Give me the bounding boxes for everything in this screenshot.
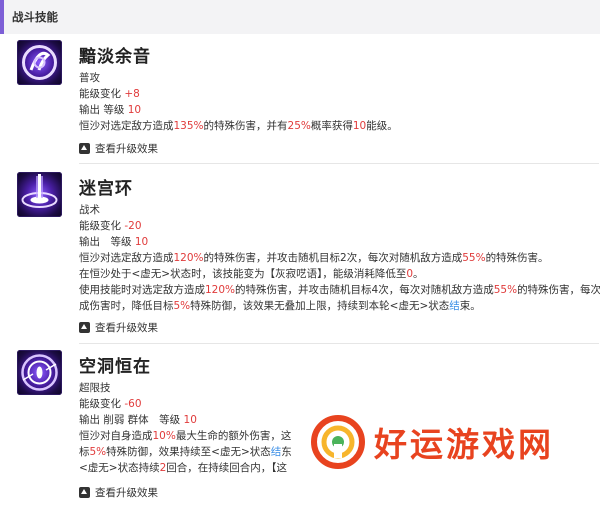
desc-value: 120% xyxy=(205,284,236,296)
watermark-logo-icon xyxy=(310,414,366,470)
desc-text: 的特殊伤害，并攻击随机目标4次，每次对随机敌方造成 xyxy=(235,284,494,296)
desc-value: 5% xyxy=(173,300,191,312)
skill-1-level: 输出 等级 10 xyxy=(79,102,141,117)
skill-2-level-value: 10 xyxy=(134,236,149,248)
skill-1-type: 普攻 xyxy=(79,72,100,84)
desc-text: 束。 xyxy=(459,300,481,312)
skill-card-1: 黯淡余音 普攻 能级变化 +8 输出 等级 10 恒沙对选定敌方造成135%的特… xyxy=(0,40,600,165)
skill-2-level-prefix: 输出 等级 xyxy=(79,236,132,248)
desc-text: 的特殊伤害，每次造 xyxy=(517,284,600,296)
desc-text: 恒沙对选定敌方造成 xyxy=(79,120,174,132)
desc-text: 的特殊伤害，并有 xyxy=(203,120,288,132)
desc-text: 最大生命的额外伤害，这 xyxy=(175,430,292,442)
desc-value: 10 xyxy=(352,120,367,132)
skill-3-icon xyxy=(17,350,62,395)
skill-3-level-prefix: 输出 削弱 群体 等级 xyxy=(79,414,181,426)
skill-1-upgrade-button[interactable]: 查看升级效果 xyxy=(79,141,158,156)
skill-2-level: 输出 等级 10 xyxy=(79,234,148,249)
skill-1-energy: 能级变化 +8 xyxy=(79,86,140,101)
desc-value: 结 xyxy=(449,300,460,312)
desc-text: <虚无>状态持续 xyxy=(79,462,160,474)
skill-2-energy: 能级变化 -20 xyxy=(79,218,142,233)
skill-3-type: 超限技 xyxy=(79,382,111,394)
divider xyxy=(79,163,599,164)
skill-3-desc-line-2: 标5%特殊防御，效果持续至<虚无>状态结东 xyxy=(79,444,292,459)
skill-3-name: 空洞恒在 xyxy=(79,357,151,377)
arrow-up-icon xyxy=(79,487,90,498)
section-header: 战斗技能 xyxy=(0,0,600,34)
skill-2-icon xyxy=(17,172,62,217)
skill-2-type: 战术 xyxy=(79,204,100,216)
desc-value: 结 xyxy=(270,446,282,458)
desc-text: 使用技能时对选定敌方造成 xyxy=(79,284,205,296)
skill-3-level: 输出 削弱 群体 等级 10 xyxy=(79,412,197,427)
skill-3-level-value: 10 xyxy=(183,414,197,426)
skill-3-desc-line-3: <虚无>状态持续2回合，在持续回合内，【这 xyxy=(79,460,287,475)
skill-2-name: 迷宫环 xyxy=(79,179,133,199)
watermark: 好运游戏网 xyxy=(306,403,600,481)
desc-text: 恒沙对选定敌方造成 xyxy=(79,252,174,264)
upgrade-label: 查看升级效果 xyxy=(95,322,158,334)
skill-1-energy-value: +8 xyxy=(124,88,140,100)
skill-card-2: 迷宫环 战术 能级变化 -20 输出 等级 10 恒沙对选定敌方造成120%的特… xyxy=(0,172,600,344)
skill-1-desc-line-1: 恒沙对选定敌方造成135%的特殊伤害，并有25%概率获得10能级。 xyxy=(79,118,398,133)
desc-text: 恒沙对自身造成 xyxy=(79,430,153,442)
desc-text: 标 xyxy=(79,446,90,458)
upgrade-label: 查看升级效果 xyxy=(95,143,158,155)
skill-1-icon xyxy=(17,40,62,85)
desc-value: 55% xyxy=(462,252,486,264)
skill-1-level-value: 10 xyxy=(127,104,142,116)
skill-2-upgrade-button[interactable]: 查看升级效果 xyxy=(79,320,158,335)
skill-1-name: 黯淡余音 xyxy=(79,47,151,67)
skill-2-desc-line-3: 使用技能时对选定敌方造成120%的特殊伤害，并攻击随机目标4次，每次对随机敌方造… xyxy=(79,282,600,297)
desc-text: 东 xyxy=(281,446,292,458)
arrow-up-icon xyxy=(79,143,90,154)
desc-text: 成伤害时，降低目标 xyxy=(79,300,174,312)
desc-text: 特殊防御，效果持续至<虚无>状态 xyxy=(106,446,271,458)
watermark-text: 好运游戏网 xyxy=(374,425,554,464)
desc-text: 的特殊伤害。 xyxy=(485,252,549,264)
desc-text: 回合，在持续回合内，【这 xyxy=(166,462,288,474)
desc-value: 135% xyxy=(173,120,204,132)
desc-text: 特殊防御，该效果无叠加上限，持续到本轮<虚无>状态 xyxy=(190,300,450,312)
desc-text: 在恒沙处于<虚无>状态时，该技能变为【灰寂呓语】，能级消耗降低至 xyxy=(79,268,407,280)
upgrade-label: 查看升级效果 xyxy=(95,487,158,499)
desc-value: 55% xyxy=(493,284,518,296)
skill-2-desc-line-4: 成伤害时，降低目标5%特殊防御，该效果无叠加上限，持续到本轮<虚无>状态结束。 xyxy=(79,298,481,313)
desc-value: 10% xyxy=(152,430,176,442)
skill-3-upgrade-button[interactable]: 查看升级效果 xyxy=(79,485,158,500)
skill-2-desc-line-1: 恒沙对选定敌方造成120%的特殊伤害，并攻击随机目标2次，每次对随机敌方造成55… xyxy=(79,250,549,265)
divider xyxy=(79,343,599,344)
desc-text: 概率获得 xyxy=(310,120,353,132)
desc-text: 。 xyxy=(413,268,424,280)
skill-2-energy-label: 能级变化 xyxy=(79,220,121,232)
desc-value: 120% xyxy=(173,252,204,264)
desc-value: 25% xyxy=(287,120,311,132)
skill-3-desc-line-1: 恒沙对自身造成10%最大生命的额外伤害，这 xyxy=(79,428,291,443)
desc-text: 的特殊伤害，并攻击随机目标2次，每次对随机敌方造成 xyxy=(203,252,463,264)
skill-2-desc-line-2: 在恒沙处于<虚无>状态时，该技能变为【灰寂呓语】，能级消耗降低至0。 xyxy=(79,266,424,281)
desc-value: 5% xyxy=(89,446,107,458)
skill-3-energy-label: 能级变化 xyxy=(79,398,121,410)
section-title: 战斗技能 xyxy=(12,10,58,24)
arrow-up-icon xyxy=(79,322,90,333)
skill-3-energy: 能级变化 -60 xyxy=(79,396,142,411)
skill-3-energy-value: -60 xyxy=(124,398,142,410)
skill-2-energy-value: -20 xyxy=(124,220,142,232)
skill-1-energy-label: 能级变化 xyxy=(79,88,121,100)
skill-1-level-prefix: 输出 等级 xyxy=(79,104,125,116)
desc-text: 能级。 xyxy=(366,120,398,132)
